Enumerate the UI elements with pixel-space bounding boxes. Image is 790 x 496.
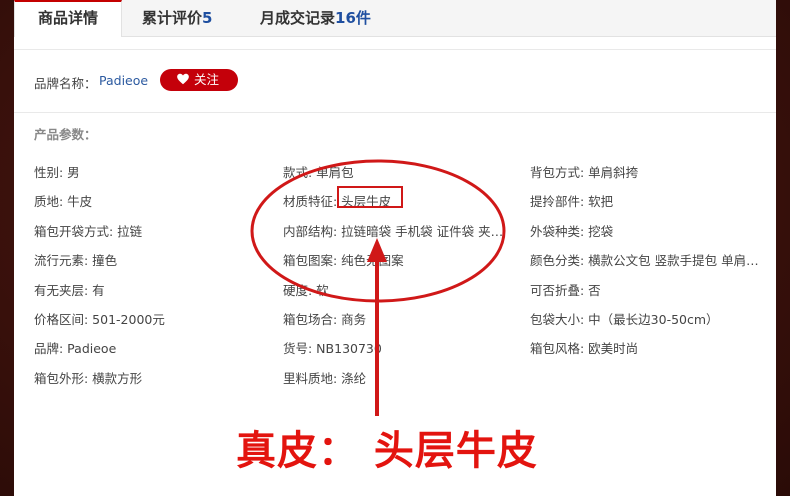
product-detail-panel: 商品详情 累计评价5 月成交记录16件 品牌名称： Padieoe 关注 产品参… xyxy=(14,0,776,496)
annotation-caption: 真皮： 头层牛皮 xyxy=(236,428,538,474)
annotation-arrow-head xyxy=(367,238,387,262)
